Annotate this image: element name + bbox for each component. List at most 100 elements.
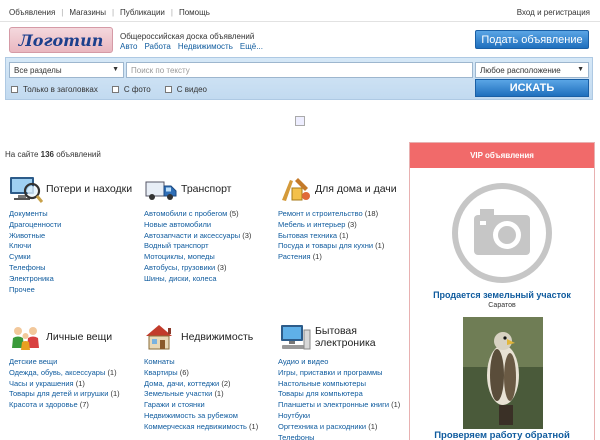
subcategory-link[interactable]: Комнаты — [144, 357, 175, 366]
subcategory-count: (6) — [179, 367, 189, 377]
counter-count: 136 — [40, 150, 54, 159]
subcategory-count: (1) — [375, 241, 385, 251]
subcategory-link[interactable]: Бытовая техника — [278, 231, 337, 240]
subcategory-link[interactable]: Одежда, обувь, аксессуары — [9, 368, 105, 377]
category-transport: Транспорт Автомобили с пробегом (5) Новые… — [144, 172, 276, 285]
subcategory-link[interactable]: Аудио и видео — [278, 357, 328, 366]
quick-cat-more[interactable]: Ещё... — [240, 42, 263, 51]
checkbox-box[interactable] — [111, 86, 119, 93]
search-bar: Все разделы ▼ Поиск по тексту Любое расп… — [5, 57, 593, 100]
subcategory-link[interactable]: Животные — [9, 231, 45, 240]
category-title[interactable]: Недвижимость — [181, 331, 253, 343]
quick-cat-auto[interactable]: Авто — [120, 42, 137, 51]
category-header[interactable]: Личные вещи — [9, 320, 141, 354]
subcategory-item: Детские вещи — [9, 357, 141, 368]
nav-link-ads[interactable]: Объявления — [9, 8, 55, 17]
checkbox-box[interactable] — [164, 86, 172, 93]
subcategory-link[interactable]: Новые автомобили — [144, 220, 211, 229]
lost-found-icon — [10, 177, 43, 203]
subcategory-link[interactable]: Ключи — [9, 241, 31, 250]
category-select[interactable]: Все разделы ▼ — [9, 62, 124, 78]
subcategory-count: (2) — [221, 378, 231, 388]
location-select-value: Любое расположение — [480, 66, 561, 75]
with-photo-checkbox[interactable]: С фото — [111, 85, 151, 94]
subcategory-link[interactable]: Гаражи и стоянки — [144, 400, 205, 409]
subcategory-link[interactable]: Недвижимость за рубежом — [144, 411, 238, 420]
post-ad-button[interactable]: Подать объявление — [475, 30, 589, 49]
subcategory-link[interactable]: Электроника — [9, 274, 54, 283]
subcategory-link[interactable]: Автозапчасти и аксессуары — [144, 231, 240, 240]
search-input[interactable]: Поиск по тексту — [126, 62, 473, 78]
subcategory-link[interactable]: Драгоценности — [9, 220, 61, 229]
site-logo[interactable]: Логотип — [9, 27, 113, 53]
subcategory-link[interactable]: Посуда и товары для кухни — [278, 241, 373, 250]
subcategory-link[interactable]: Ноутбуки — [278, 411, 310, 420]
quick-cat-realty[interactable]: Недвижимость — [178, 42, 233, 51]
checkbox-box[interactable] — [11, 86, 18, 93]
category-lost-found: Потери и находки Документы Драгоценности Ж… — [9, 172, 141, 295]
login-link[interactable]: Вход и регистрация — [517, 8, 590, 17]
subcategory-link[interactable]: Земельные участки — [144, 389, 212, 398]
subcategory-link[interactable]: Планшеты и электронные книги — [278, 400, 389, 409]
subcategory-link[interactable]: Автомобили с пробегом — [144, 209, 227, 218]
subcategory-list: Ремонт и строительство (18) Мебель и инте… — [278, 209, 410, 263]
subcategory-link[interactable]: Оргтехника и расходники — [278, 422, 366, 431]
subcategory-link[interactable]: Дома, дачи, коттеджи — [144, 379, 219, 388]
category-header[interactable]: Для дома и дачи — [278, 172, 410, 206]
subcategory-link[interactable]: Коммерческая недвижимость — [144, 422, 247, 431]
subcategory-link[interactable]: Прочее — [9, 285, 35, 294]
subcategory-link[interactable]: Растения — [278, 252, 311, 261]
category-title[interactable]: Личные вещи — [46, 331, 112, 343]
subcategory-link[interactable]: Детские вещи — [9, 357, 57, 366]
only-titles-label: Только в заголовках — [23, 85, 98, 94]
subcategory-link[interactable]: Сумки — [9, 252, 31, 261]
subcategory-link[interactable]: Телефоны — [278, 433, 315, 440]
category-title[interactable]: Транспорт — [181, 183, 232, 195]
subcategory-link[interactable]: Часы и украшения — [9, 379, 74, 388]
category-title[interactable]: Бытовая электроника — [315, 325, 410, 349]
vip-ad-title[interactable]: Проверяем работу обратной — [410, 430, 594, 440]
category-header[interactable]: Бытовая электроника — [278, 320, 410, 354]
category-home-garden: Для дома и дачи Ремонт и строительство (… — [278, 172, 410, 263]
subcategory-link[interactable]: Документы — [9, 209, 48, 218]
subcategory-item: Игры, приставки и программы — [278, 368, 410, 379]
subcategory-link[interactable]: Игры, приставки и программы — [278, 368, 383, 377]
subcategory-link[interactable]: Мотоциклы, мопеды — [144, 252, 215, 261]
subcategory-link[interactable]: Красота и здоровье — [9, 400, 78, 409]
vip-ad-title[interactable]: Продается земельный участок — [410, 290, 594, 300]
subcategory-item: Недвижимость за рубежом — [144, 411, 276, 422]
subcategory-item: Планшеты и электронные книги (1) — [278, 400, 410, 411]
category-title[interactable]: Потери и находки — [46, 183, 132, 195]
subcategory-item: Электроника — [9, 274, 141, 285]
subcategory-link[interactable]: Автобусы, грузовики — [144, 263, 215, 272]
category-header[interactable]: Транспорт — [144, 172, 276, 206]
subcategory-link[interactable]: Ремонт и строительство — [278, 209, 363, 218]
subcategory-item: Водный транспорт — [144, 241, 276, 252]
subcategory-link[interactable]: Настольные компьютеры — [278, 379, 366, 388]
subcategory-item: Гаражи и стоянки — [144, 400, 276, 411]
nav-link-help[interactable]: Помощь — [179, 8, 210, 17]
search-button[interactable]: ИСКАТЬ — [475, 79, 589, 97]
subcategory-item: Новые автомобили — [144, 220, 276, 231]
falcon-photo[interactable] — [463, 317, 543, 429]
with-video-checkbox[interactable]: С видео — [164, 85, 207, 94]
subcategory-link[interactable]: Мебель и интерьер — [278, 220, 345, 229]
subcategory-item: Настольные компьютеры — [278, 379, 410, 390]
category-header[interactable]: Недвижимость — [144, 320, 276, 354]
subcategory-link[interactable]: Шины, диски, колеса — [144, 274, 217, 283]
category-header[interactable]: Потери и находки — [9, 172, 141, 206]
quick-cat-jobs[interactable]: Работа — [144, 42, 170, 51]
subcategory-link[interactable]: Товары для компьютера — [278, 389, 363, 398]
only-titles-checkbox[interactable]: Только в заголовках — [11, 85, 98, 94]
subcategory-link[interactable]: Квартиры — [144, 368, 178, 377]
nav-link-shops[interactable]: Магазины — [69, 8, 106, 17]
subcategory-link[interactable]: Водный транспорт — [144, 241, 209, 250]
nav-link-publications[interactable]: Публикации — [120, 8, 165, 17]
subcategory-count: (1) — [110, 389, 120, 399]
camera-placeholder-icon[interactable] — [450, 181, 554, 285]
location-select[interactable]: Любое расположение ▼ — [475, 62, 589, 78]
category-title[interactable]: Для дома и дачи — [315, 183, 397, 195]
subcategory-link[interactable]: Телефоны — [9, 263, 46, 272]
subcategory-link[interactable]: Товары для детей и игрушки — [9, 389, 108, 398]
subcategory-count: (7) — [79, 400, 89, 410]
